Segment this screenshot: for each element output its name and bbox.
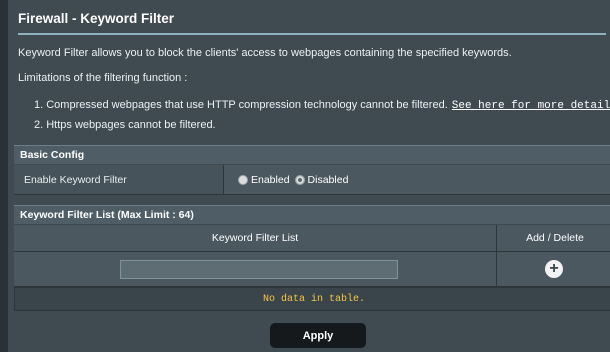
plus-icon: +: [549, 259, 559, 277]
page-title: Firewall - Keyword Filter: [18, 11, 175, 26]
limitation-1-text: 1. Compressed webpages that use HTTP com…: [34, 99, 448, 111]
enabled-radio-label[interactable]: Enabled: [251, 174, 290, 186]
limitation-1: 1. Compressed webpages that use HTTP com…: [34, 99, 610, 112]
enable-keyword-filter-options: Enabled Disabled: [224, 165, 610, 194]
column-keyword-filter-list: Keyword Filter List: [14, 225, 497, 251]
apply-button[interactable]: Apply: [270, 323, 366, 348]
column-add-delete: Add / Delete: [526, 232, 584, 244]
enable-keyword-filter-label: Enable Keyword Filter: [14, 165, 224, 194]
page-description: Keyword Filter allows you to block the c…: [18, 47, 512, 59]
limitation-2: 2. Https webpages cannot be filtered.: [34, 119, 216, 131]
left-edge-bar: [0, 0, 8, 352]
column-divider: [496, 252, 497, 286]
empty-table-message: No data in table.: [14, 287, 610, 311]
title-divider: [18, 33, 606, 35]
disabled-radio[interactable]: [294, 174, 305, 185]
basic-config-header: Basic Config: [14, 145, 610, 164]
keyword-list-header: Keyword Filter List (Max Limit : 64): [14, 205, 610, 224]
keyword-list-columns: Keyword Filter List Add / Delete: [14, 225, 610, 252]
details-link[interactable]: See here for more details.: [452, 100, 610, 112]
limitations-heading: Limitations of the filtering function :: [18, 72, 188, 84]
disabled-radio-label[interactable]: Disabled: [308, 174, 349, 186]
enable-keyword-filter-row: Enable Keyword Filter Enabled Disabled: [14, 165, 610, 195]
enabled-radio[interactable]: [238, 174, 248, 185]
keyword-input[interactable]: [120, 260, 398, 279]
add-keyword-button[interactable]: +: [545, 260, 563, 278]
keyword-filter-panel: Firewall - Keyword Filter Keyword Filter…: [8, 0, 610, 352]
